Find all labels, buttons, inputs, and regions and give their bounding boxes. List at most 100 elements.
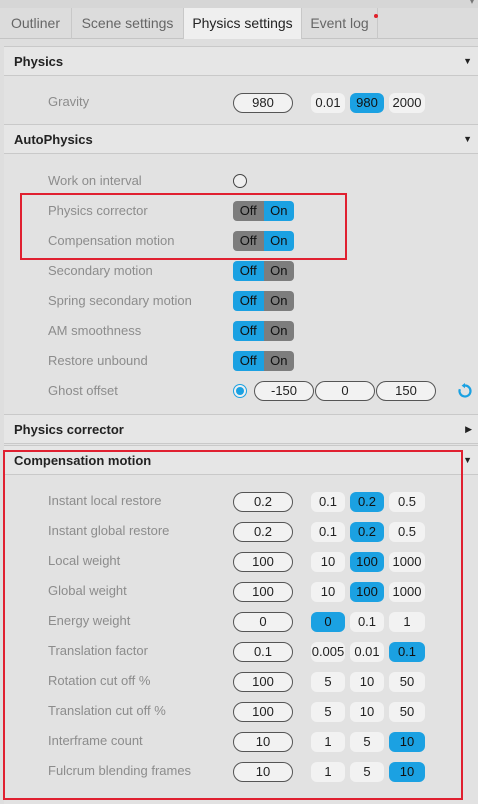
- cm-preset-button[interactable]: 5: [311, 672, 345, 692]
- ghost-offset-label: Ghost offset: [48, 383, 118, 398]
- secondary-motion-toggle[interactable]: Off On: [233, 261, 294, 281]
- chevron-down-icon: ▼: [463, 455, 472, 465]
- gravity-preset-button[interactable]: 980: [350, 93, 384, 113]
- cm-preset-button[interactable]: 10: [311, 552, 345, 572]
- toggle-on[interactable]: On: [263, 321, 294, 341]
- section-title: Physics corrector: [14, 422, 124, 437]
- section-autophysics-header[interactable]: AutoPhysics ▼: [4, 124, 478, 154]
- tab-event-log[interactable]: Event log: [302, 8, 378, 39]
- tab-outliner[interactable]: Outliner: [0, 8, 72, 39]
- restore-unbound-toggle[interactable]: Off On: [233, 351, 294, 371]
- toggle-off[interactable]: Off: [233, 321, 264, 341]
- physics-settings-panel: Physics ▼ Gravity 980 0.01 980 2000 Auto…: [3, 46, 478, 804]
- cm-preset-button[interactable]: 1: [311, 762, 345, 782]
- cm-preset-button[interactable]: 0: [311, 612, 345, 632]
- toggle-on[interactable]: On: [263, 261, 294, 281]
- physics-corrector-toggle[interactable]: Off On: [233, 201, 294, 221]
- compensation-motion-label: Compensation motion: [48, 233, 175, 248]
- cm-row-input[interactable]: 100: [233, 552, 293, 572]
- cm-preset-button[interactable]: 10: [389, 762, 425, 782]
- cm-preset-button[interactable]: 1000: [389, 582, 425, 602]
- cm-preset-button[interactable]: 5: [350, 732, 384, 752]
- ghost-offset-min-input[interactable]: -150: [254, 381, 314, 401]
- cm-preset-button[interactable]: 10: [350, 672, 384, 692]
- cm-preset-button[interactable]: 100: [350, 582, 384, 602]
- cm-row-label: Instant local restore: [48, 493, 162, 508]
- toggle-on[interactable]: On: [263, 351, 294, 371]
- cm-row-input[interactable]: 100: [233, 582, 293, 602]
- chevron-down-icon: ▼: [463, 56, 472, 66]
- gravity-input[interactable]: 980: [233, 93, 293, 113]
- cm-preset-button[interactable]: 50: [389, 672, 425, 692]
- cm-preset-button[interactable]: 0.005: [311, 642, 345, 662]
- ghost-offset-mid-input[interactable]: 0: [315, 381, 375, 401]
- top-strip: ▾: [0, 0, 478, 8]
- cm-row-label: Interframe count: [48, 733, 143, 748]
- cm-row-input[interactable]: 10: [233, 762, 293, 782]
- gravity-preset-button[interactable]: 0.01: [311, 93, 345, 113]
- cm-row-label: Fulcrum blending frames: [48, 763, 192, 778]
- cm-preset-button[interactable]: 10: [350, 702, 384, 722]
- cm-preset-button[interactable]: 0.5: [389, 522, 425, 542]
- cm-preset-button[interactable]: 0.2: [350, 522, 384, 542]
- cm-row-input[interactable]: 100: [233, 702, 293, 722]
- am-smoothness-label: AM smoothness: [48, 323, 142, 338]
- cm-preset-button[interactable]: 100: [350, 552, 384, 572]
- restore-unbound-label: Restore unbound: [48, 353, 148, 368]
- cm-preset-button[interactable]: 0.2: [350, 492, 384, 512]
- compensation-motion-toggle[interactable]: Off On: [233, 231, 294, 251]
- cm-row-label: Instant global restore: [48, 523, 170, 538]
- cm-row-input[interactable]: 0.2: [233, 492, 293, 512]
- toggle-on[interactable]: On: [263, 291, 294, 311]
- ghost-offset-max-input[interactable]: 150: [376, 381, 436, 401]
- notification-dot: [374, 14, 378, 18]
- gravity-preset-button[interactable]: 2000: [389, 93, 425, 113]
- cm-row-input[interactable]: 10: [233, 732, 293, 752]
- section-title: AutoPhysics: [14, 132, 93, 147]
- cm-preset-button[interactable]: 1000: [389, 552, 425, 572]
- toggle-on[interactable]: On: [263, 201, 294, 221]
- toggle-off[interactable]: Off: [233, 201, 264, 221]
- ghost-offset-radio[interactable]: [233, 384, 247, 398]
- work-on-interval-radio[interactable]: [233, 174, 247, 188]
- cm-preset-button[interactable]: 0.1: [311, 492, 345, 512]
- spring-secondary-motion-toggle[interactable]: Off On: [233, 291, 294, 311]
- cm-preset-button[interactable]: 10: [389, 732, 425, 752]
- cm-preset-button[interactable]: 0.1: [311, 522, 345, 542]
- toggle-on[interactable]: On: [263, 231, 294, 251]
- cm-preset-button[interactable]: 5: [311, 702, 345, 722]
- cm-row-input[interactable]: 0: [233, 612, 293, 632]
- physics-corrector-label: Physics corrector: [48, 203, 148, 218]
- cm-preset-button[interactable]: 0.01: [350, 642, 384, 662]
- work-on-interval-label: Work on interval: [48, 173, 142, 188]
- toggle-off[interactable]: Off: [233, 261, 264, 281]
- cm-preset-button[interactable]: 1: [389, 612, 425, 632]
- chevron-down-icon[interactable]: ▾: [470, 0, 474, 6]
- tab-physics-settings[interactable]: Physics settings: [184, 8, 302, 39]
- section-physics-corrector-header[interactable]: Physics corrector ▶: [4, 414, 478, 444]
- cm-preset-button[interactable]: 1: [311, 732, 345, 752]
- reset-icon[interactable]: [457, 383, 473, 399]
- cm-row-input[interactable]: 100: [233, 672, 293, 692]
- cm-preset-button[interactable]: 0.5: [389, 492, 425, 512]
- secondary-motion-label: Secondary motion: [48, 263, 153, 278]
- cm-preset-button[interactable]: 5: [350, 762, 384, 782]
- cm-row-label: Local weight: [48, 553, 121, 568]
- am-smoothness-toggle[interactable]: Off On: [233, 321, 294, 341]
- cm-row-input[interactable]: 0.2: [233, 522, 293, 542]
- tab-scene-settings[interactable]: Scene settings: [72, 8, 184, 39]
- cm-row-input[interactable]: 0.1: [233, 642, 293, 662]
- cm-preset-button[interactable]: 50: [389, 702, 425, 722]
- section-compensation-motion-header[interactable]: Compensation motion ▼: [4, 445, 478, 475]
- cm-row-label: Energy weight: [48, 613, 131, 628]
- toggle-off[interactable]: Off: [233, 351, 264, 371]
- section-physics-header[interactable]: Physics ▼: [4, 46, 478, 76]
- cm-preset-button[interactable]: 10: [311, 582, 345, 602]
- cm-preset-button[interactable]: 0.1: [389, 642, 425, 662]
- toggle-off[interactable]: Off: [233, 291, 264, 311]
- cm-preset-button[interactable]: 0.1: [350, 612, 384, 632]
- toggle-off[interactable]: Off: [233, 231, 264, 251]
- cm-row-label: Rotation cut off %: [48, 673, 151, 688]
- gravity-label: Gravity: [48, 94, 90, 109]
- chevron-down-icon: ▼: [463, 134, 472, 144]
